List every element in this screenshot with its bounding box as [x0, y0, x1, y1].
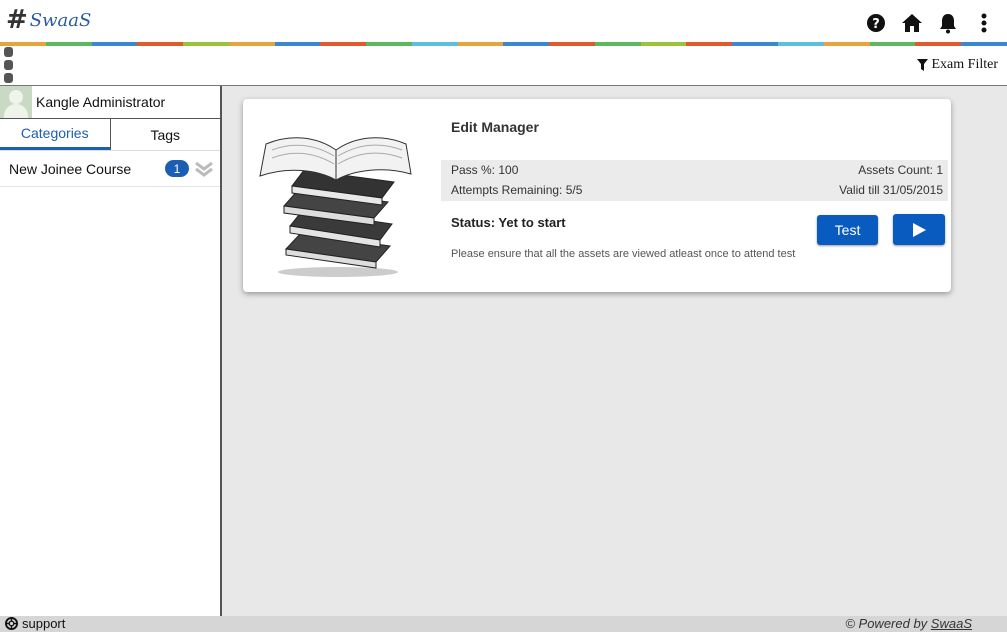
main-content: Edit Manager Pass %: 100 Assets Count: 1…	[222, 86, 1007, 616]
double-chevron-down-icon[interactable]	[194, 159, 214, 179]
assets-count: Assets Count: 1	[858, 163, 943, 177]
lifebuoy-icon	[5, 617, 18, 630]
powered-by: © Powered by SwaaS	[845, 616, 972, 631]
svg-text:?: ?	[872, 17, 880, 32]
user-profile[interactable]: Kangle Administrator	[0, 86, 220, 118]
sidebar-tabs: Categories Tags	[0, 118, 220, 151]
attempts-remaining: Attempts Remaining: 5/5	[451, 183, 583, 197]
app-footer: support © Powered by SwaaS	[0, 616, 1007, 632]
powered-prefix: © Powered by	[845, 616, 931, 631]
valid-till: Valid till 31/05/2015	[839, 183, 943, 197]
sub-toolbar: Exam Filter	[0, 46, 1007, 86]
swaas-link[interactable]: SwaaS	[931, 616, 972, 631]
category-label: New Joinee Course	[9, 160, 132, 177]
support-label: support	[22, 616, 66, 631]
bell-icon[interactable]	[937, 12, 959, 34]
tab-tags[interactable]: Tags	[109, 119, 221, 150]
user-name: Kangle Administrator	[36, 94, 166, 110]
test-button[interactable]: Test	[817, 215, 878, 245]
book-stack-image	[258, 114, 413, 279]
logo-mark: #	[6, 5, 28, 35]
home-icon[interactable]	[901, 12, 923, 34]
category-item-new-joinee-course[interactable]: New Joinee Course 1	[0, 151, 220, 187]
exam-filter-label: Exam Filter	[931, 57, 999, 72]
more-vertical-icon[interactable]	[973, 12, 995, 34]
exam-title: Edit Manager	[451, 119, 539, 135]
exam-card: Edit Manager Pass %: 100 Assets Count: 1…	[243, 99, 951, 292]
app-header: # SwaaS ?	[0, 0, 1007, 44]
exam-filter-button[interactable]: Exam Filter	[916, 57, 999, 73]
tab-categories[interactable]: Categories	[0, 119, 110, 150]
play-button[interactable]	[893, 214, 945, 245]
swaas-logo[interactable]: # SwaaS	[6, 5, 91, 35]
exam-info-panel: Pass %: 100 Assets Count: 1 Attempts Rem…	[441, 160, 948, 201]
help-icon[interactable]: ?	[865, 12, 887, 34]
sidebar: Kangle Administrator Categories Tags New…	[0, 86, 222, 616]
sidebar-toggle-icon[interactable]	[4, 47, 14, 83]
exam-note: Please ensure that all the assets are vi…	[451, 248, 796, 260]
avatar	[0, 86, 32, 118]
support-link[interactable]: support	[5, 616, 65, 631]
exam-status: Status: Yet to start	[451, 215, 566, 230]
filter-icon	[916, 59, 928, 71]
logo-text: SwaaS	[29, 9, 92, 31]
pass-percent: Pass %: 100	[451, 163, 519, 177]
play-icon	[913, 222, 926, 237]
header-icons: ?	[865, 12, 995, 34]
count-badge: 1	[165, 160, 189, 177]
